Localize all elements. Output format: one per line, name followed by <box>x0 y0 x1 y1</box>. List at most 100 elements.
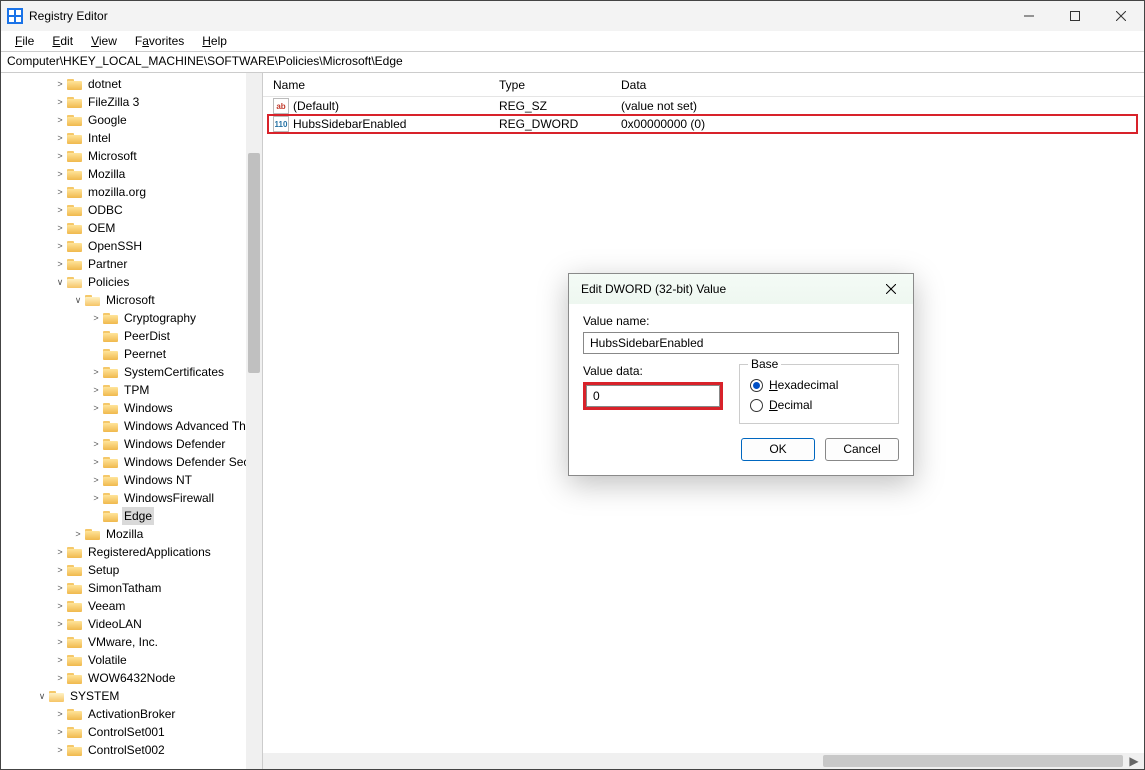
chevron-down-icon[interactable]: ∨ <box>71 293 85 307</box>
chevron-right-icon[interactable]: > <box>89 437 103 451</box>
address-bar[interactable]: Computer\HKEY_LOCAL_MACHINE\SOFTWARE\Pol… <box>1 51 1144 73</box>
tree-node[interactable]: >PeerDist <box>7 327 262 345</box>
chevron-right-icon[interactable]: > <box>53 113 67 127</box>
tree-node[interactable]: >Windows <box>7 399 262 417</box>
tree-node[interactable]: >WOW6432Node <box>7 669 262 687</box>
chevron-right-icon[interactable]: > <box>53 545 67 559</box>
base-label: Base <box>748 357 781 371</box>
cancel-button[interactable]: Cancel <box>825 438 899 461</box>
tree-node[interactable]: >Microsoft <box>7 147 262 165</box>
radio-hexadecimal[interactable]: Hexadecimal <box>750 375 888 395</box>
scroll-right-arrow-icon[interactable]: ▶ <box>1126 753 1142 769</box>
tree-node[interactable]: >Veeam <box>7 597 262 615</box>
dialog-close-button[interactable] <box>877 278 905 300</box>
value-data-input[interactable] <box>586 385 720 407</box>
chevron-right-icon[interactable]: > <box>53 221 67 235</box>
tree-node[interactable]: >Volatile <box>7 651 262 669</box>
list-horizontal-scrollbar[interactable]: ▶ <box>263 753 1144 769</box>
chevron-right-icon[interactable]: > <box>53 167 67 181</box>
tree-node[interactable]: >ActivationBroker <box>7 705 262 723</box>
tree-node[interactable]: >RegisteredApplications <box>7 543 262 561</box>
tree-node[interactable]: >Cryptography <box>7 309 262 327</box>
tree-node[interactable]: >Partner <box>7 255 262 273</box>
tree-node[interactable]: ∨Microsoft <box>7 291 262 309</box>
radio-decimal[interactable]: Decimal <box>750 395 888 415</box>
tree-node[interactable]: >Windows Defender <box>7 435 262 453</box>
ok-button[interactable]: OK <box>741 438 815 461</box>
chevron-right-icon[interactable]: > <box>53 95 67 109</box>
maximize-button[interactable] <box>1052 1 1098 31</box>
list-row[interactable]: 110HubsSidebarEnabled REG_DWORD 0x000000… <box>263 115 1144 133</box>
column-data[interactable]: Data <box>611 78 1144 92</box>
minimize-button[interactable] <box>1006 1 1052 31</box>
chevron-right-icon[interactable]: > <box>53 725 67 739</box>
chevron-down-icon[interactable]: ∨ <box>35 689 49 703</box>
column-name[interactable]: Name <box>263 78 489 92</box>
list-row[interactable]: ab(Default) REG_SZ (value not set) <box>263 97 1144 115</box>
chevron-right-icon[interactable]: > <box>89 311 103 325</box>
tree-scrollbar[interactable] <box>246 73 262 769</box>
tree-node[interactable]: ∨Policies <box>7 273 262 291</box>
chevron-right-icon[interactable]: > <box>53 671 67 685</box>
tree-node[interactable]: >ODBC <box>7 201 262 219</box>
chevron-right-icon[interactable]: > <box>53 581 67 595</box>
tree-node[interactable]: >ControlSet002 <box>7 741 262 759</box>
chevron-right-icon[interactable]: > <box>89 365 103 379</box>
chevron-right-icon[interactable]: > <box>53 239 67 253</box>
tree-node[interactable]: >Mozilla <box>7 525 262 543</box>
menu-edit[interactable]: Edit <box>44 33 81 49</box>
chevron-right-icon[interactable]: > <box>53 599 67 613</box>
tree-scrollbar-thumb[interactable] <box>248 153 260 373</box>
chevron-down-icon[interactable]: ∨ <box>53 275 67 289</box>
tree-node[interactable]: >FileZilla 3 <box>7 93 262 111</box>
chevron-right-icon[interactable]: > <box>53 131 67 145</box>
chevron-right-icon[interactable]: > <box>53 149 67 163</box>
chevron-right-icon[interactable]: > <box>53 635 67 649</box>
chevron-right-icon[interactable]: > <box>89 455 103 469</box>
chevron-right-icon[interactable]: > <box>53 653 67 667</box>
tree-node[interactable]: >Windows NT <box>7 471 262 489</box>
tree-node[interactable]: >Setup <box>7 561 262 579</box>
column-type[interactable]: Type <box>489 78 611 92</box>
tree-node[interactable]: >Windows Defender Sec <box>7 453 262 471</box>
tree-node[interactable]: >dotnet <box>7 75 262 93</box>
chevron-right-icon[interactable]: > <box>53 257 67 271</box>
menu-favorites[interactable]: Favorites <box>127 33 192 49</box>
chevron-right-icon[interactable]: > <box>89 383 103 397</box>
tree-node[interactable]: ∨SYSTEM <box>7 687 262 705</box>
chevron-right-icon[interactable]: > <box>89 473 103 487</box>
close-button[interactable] <box>1098 1 1144 31</box>
tree-node[interactable]: >Google <box>7 111 262 129</box>
tree-node[interactable]: >VideoLAN <box>7 615 262 633</box>
tree-node[interactable]: >Mozilla <box>7 165 262 183</box>
tree-node[interactable]: >VMware, Inc. <box>7 633 262 651</box>
chevron-right-icon[interactable]: > <box>89 491 103 505</box>
tree-node[interactable]: >SimonTatham <box>7 579 262 597</box>
tree-node[interactable]: >Peernet <box>7 345 262 363</box>
chevron-right-icon[interactable]: > <box>53 185 67 199</box>
chevron-right-icon[interactable]: > <box>89 401 103 415</box>
tree-node[interactable]: >ControlSet001 <box>7 723 262 741</box>
chevron-right-icon[interactable]: > <box>53 707 67 721</box>
tree-node-selected[interactable]: >Edge <box>7 507 262 525</box>
chevron-right-icon[interactable]: > <box>53 617 67 631</box>
chevron-right-icon[interactable]: > <box>53 743 67 757</box>
chevron-right-icon[interactable]: > <box>71 527 85 541</box>
dialog-titlebar[interactable]: Edit DWORD (32-bit) Value <box>569 274 913 304</box>
value-name-input[interactable] <box>583 332 899 354</box>
menu-help[interactable]: Help <box>194 33 235 49</box>
scrollbar-thumb[interactable] <box>823 755 1123 767</box>
chevron-right-icon[interactable]: > <box>53 563 67 577</box>
tree-node[interactable]: >mozilla.org <box>7 183 262 201</box>
menu-file[interactable]: File <box>7 33 42 49</box>
menu-view[interactable]: View <box>83 33 125 49</box>
tree-node[interactable]: >WindowsFirewall <box>7 489 262 507</box>
tree-node[interactable]: >OEM <box>7 219 262 237</box>
tree-node[interactable]: >Windows Advanced Th <box>7 417 262 435</box>
tree-node[interactable]: >SystemCertificates <box>7 363 262 381</box>
tree-node[interactable]: >TPM <box>7 381 262 399</box>
tree-node[interactable]: >OpenSSH <box>7 237 262 255</box>
tree-node[interactable]: >Intel <box>7 129 262 147</box>
chevron-right-icon[interactable]: > <box>53 77 67 91</box>
chevron-right-icon[interactable]: > <box>53 203 67 217</box>
